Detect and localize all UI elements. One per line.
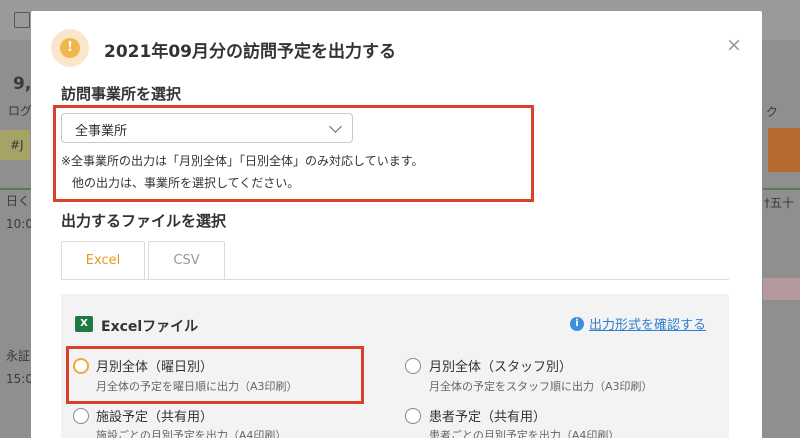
option-title: 月別全体（スタッフ別） [429,360,573,375]
background-date: 9, [13,74,32,94]
background-text: 日く [6,194,31,208]
office-section-label: 訪問事業所を選択 [61,85,182,103]
radio-patient[interactable] [405,408,421,424]
office-select-value: 全事業所 [75,124,128,139]
radio-monthly-staff[interactable] [405,358,421,374]
highlight-box-option [66,346,364,404]
option-desc: 施設ごとの月別予定を出力（A4印刷） [96,429,287,438]
option-title: 月別全体（曜日別） [96,360,214,375]
excel-icon: X [75,316,93,332]
background-text: ク [766,105,779,119]
export-modal: ! 2021年09月分の訪問予定を出力する × 訪問事業所を選択 全事業所 ※全… [31,11,762,438]
option-desc: 月全体の予定を曜日順に出力（A3印刷） [96,380,298,393]
option-desc: 月全体の予定をスタッフ順に出力（A3印刷） [429,380,653,393]
background-text: #J [10,138,24,152]
tab-excel[interactable]: Excel [61,241,145,280]
background-text: 永証 [6,349,31,363]
excel-panel-title: Excelファイル [101,319,199,335]
office-note-line2: 他の出力は、事業所を選択してください。 [72,176,300,190]
warning-symbol: ! [60,38,80,58]
warning-icon: ! [51,29,89,67]
background-divider [763,188,800,190]
tab-csv[interactable]: CSV [148,241,225,280]
option-title: 施設予定（共有用） [96,410,214,425]
option-title: 患者予定（共有用） [429,410,547,425]
login-icon [14,12,30,28]
chevron-down-icon [329,120,342,133]
modal-title: 2021年09月分の訪問予定を出力する [104,42,396,62]
file-section-label: 出力するファイルを選択 [61,212,227,230]
background-orange-block [768,128,800,172]
radio-facility[interactable] [73,408,89,424]
office-note-line1: ※全事業所の出力は「月別全体」「日別全体」のみ対応しています。 [61,154,424,168]
office-select[interactable]: 全事業所 [61,113,353,143]
excel-panel: X Excelファイル i 出力形式を確認する 月別全体（曜日別） 月全体の予定… [61,294,729,438]
format-check-link[interactable]: 出力形式を確認する [589,314,706,333]
background-divider [0,188,32,190]
tab-divider [61,279,729,280]
radio-monthly-weekday[interactable] [73,358,89,374]
option-desc: 患者ごとの月別予定を出力（A4印刷） [429,429,620,438]
background-time: 10:0 [6,217,33,231]
background-text: ログ [8,104,33,118]
background-text: †五十 [764,196,795,210]
background-time: 15:0 [6,372,33,386]
info-icon: i [570,317,584,331]
background-pink-block [763,278,800,300]
close-icon[interactable]: × [726,35,742,55]
